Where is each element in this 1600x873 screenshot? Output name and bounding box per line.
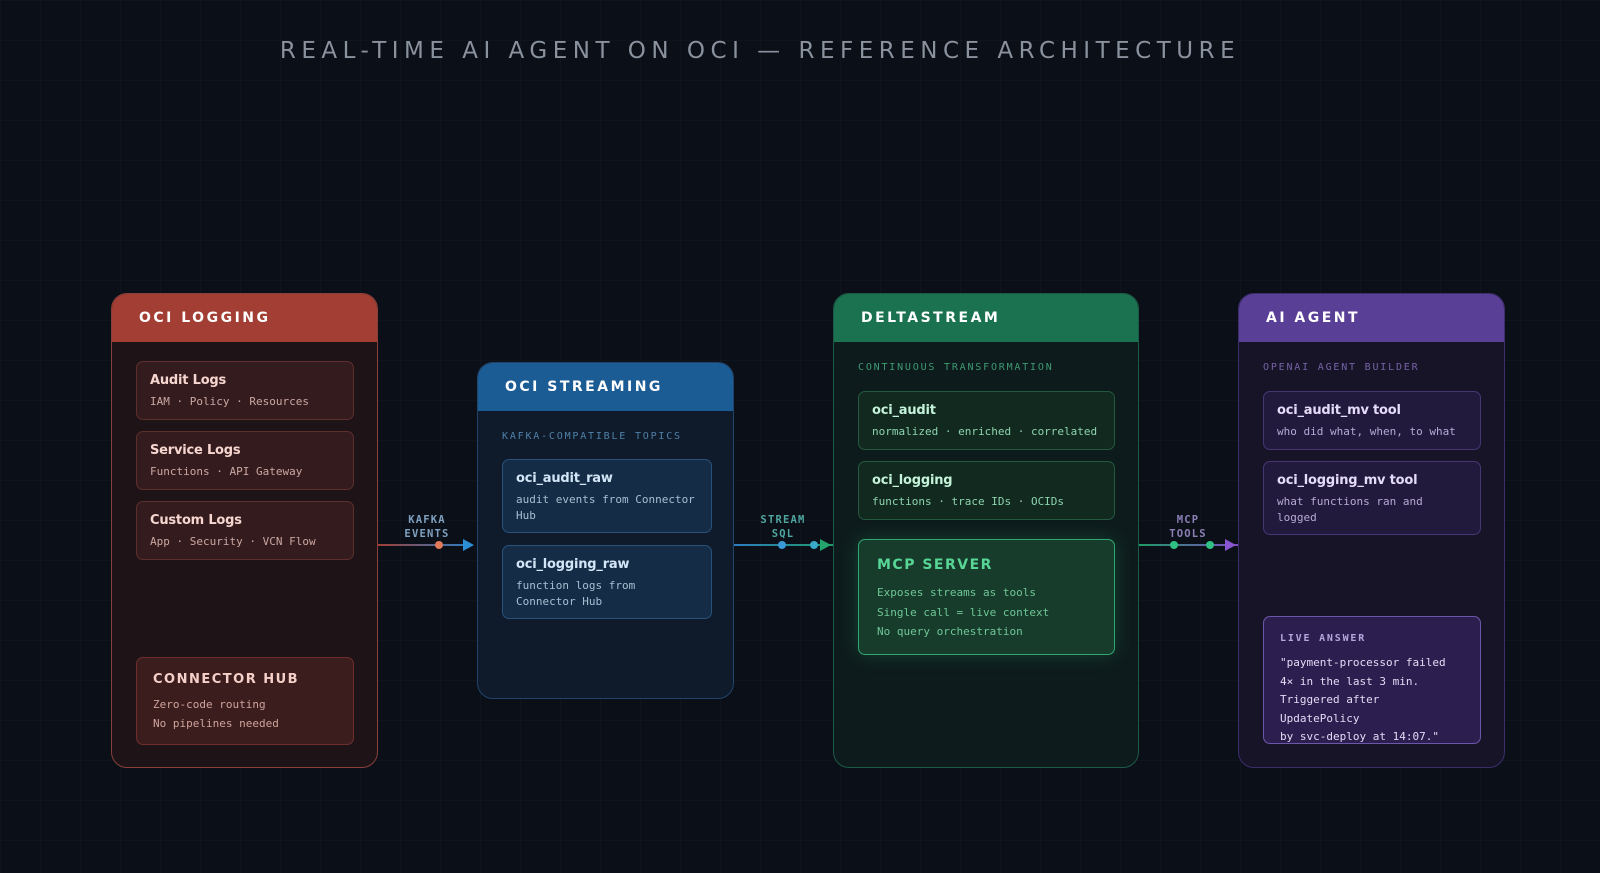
card-title: CONNECTOR HUB bbox=[153, 672, 300, 687]
diagram-title: REAL-TIME AI AGENT ON OCI — REFERENCE AR… bbox=[279, 38, 1241, 64]
oci-audit-mv-tool-card: oci_audit_mv tool who did what, when, to… bbox=[1263, 391, 1481, 450]
live-answer-card: LIVE ANSWER "payment-processor failed 4×… bbox=[1263, 616, 1481, 744]
live-answer-line: "payment-processor failed bbox=[1280, 656, 1446, 669]
card-title: oci_logging bbox=[872, 473, 953, 488]
connector-label-line: KAFKA bbox=[408, 514, 446, 526]
connector-label-line: SQL bbox=[771, 528, 795, 540]
connector-dot bbox=[1170, 541, 1178, 549]
card-title: Service Logs bbox=[150, 443, 241, 458]
card-subtitle: what functions ran and logged bbox=[1277, 495, 1423, 524]
oci-logging-raw-card: oci_logging_raw function logs from Conne… bbox=[502, 545, 712, 619]
card-subtitle: IAM · Policy · Resources bbox=[150, 395, 309, 408]
connector-hub-card: CONNECTOR HUB Zero-code routing No pipel… bbox=[136, 657, 354, 745]
connector-dot bbox=[810, 541, 818, 549]
deltastream-header: DELTASTREAM bbox=[834, 294, 1138, 342]
card-subtitle: functions · trace IDs · OCIDs bbox=[872, 495, 1065, 508]
card-title: oci_audit_raw bbox=[516, 471, 613, 486]
connector-dot bbox=[778, 541, 786, 549]
card-subtitle: function logs from Connector Hub bbox=[516, 579, 636, 608]
section-label: KAFKA-COMPATIBLE TOPICS bbox=[502, 431, 682, 442]
oci-streaming-header: OCI STREAMING bbox=[478, 363, 733, 411]
connector-label-line: TOOLS bbox=[1169, 528, 1207, 540]
card-subtitle: App · Security · VCN Flow bbox=[150, 535, 316, 548]
oci-logging-mv-tool-card: oci_logging_mv tool what functions ran a… bbox=[1263, 461, 1481, 535]
oci-streaming-panel: OCI STREAMING KAFKA-COMPATIBLE TOPICS oc… bbox=[477, 362, 734, 699]
ai-agent-panel: AI AGENT OPENAI AGENT BUILDER oci_audit_… bbox=[1238, 293, 1505, 768]
audit-logs-card: Audit Logs IAM · Policy · Resources bbox=[136, 361, 354, 420]
oci-logging-card: oci_logging functions · trace IDs · OCID… bbox=[858, 461, 1115, 520]
section-label: CONTINUOUS TRANSFORMATION bbox=[858, 362, 1054, 373]
mcp-tools-connector bbox=[1139, 544, 1238, 546]
live-answer-line: by svc-deploy at 14:07." bbox=[1280, 730, 1439, 743]
arrow-right-icon bbox=[820, 539, 831, 551]
card-line: No query orchestration bbox=[877, 625, 1023, 638]
oci-logging-panel: OCI LOGGING Audit Logs IAM · Policy · Re… bbox=[111, 293, 378, 768]
live-answer-label: LIVE ANSWER bbox=[1280, 633, 1367, 644]
connector-label-line: MCP bbox=[1176, 514, 1200, 526]
card-title: oci_logging_mv tool bbox=[1277, 473, 1418, 488]
oci-audit-raw-card: oci_audit_raw audit events from Connecto… bbox=[502, 459, 712, 533]
card-title: oci_logging_raw bbox=[516, 557, 630, 572]
card-line: Zero-code routing bbox=[153, 698, 266, 711]
deltastream-panel: DELTASTREAM CONTINUOUS TRANSFORMATION oc… bbox=[833, 293, 1139, 768]
card-line: No pipelines needed bbox=[153, 717, 279, 730]
connector-dot bbox=[1206, 541, 1214, 549]
card-subtitle: audit events from Connector Hub bbox=[516, 493, 695, 522]
card-line: Exposes streams as tools bbox=[877, 586, 1036, 599]
card-title: MCP SERVER bbox=[877, 557, 993, 573]
card-title: oci_audit_mv tool bbox=[1277, 403, 1401, 418]
custom-logs-card: Custom Logs App · Security · VCN Flow bbox=[136, 501, 354, 560]
ai-agent-header: AI AGENT bbox=[1239, 294, 1504, 342]
connector-label-line: STREAM bbox=[760, 514, 806, 526]
kafka-events-connector bbox=[378, 544, 468, 546]
card-line: Single call = live context bbox=[877, 605, 1050, 619]
card-subtitle: normalized · enriched · correlated bbox=[872, 425, 1098, 438]
card-title: Custom Logs bbox=[150, 513, 242, 528]
stream-sql-label: STREAM SQL bbox=[748, 513, 818, 541]
service-logs-card: Service Logs Functions · API Gateway bbox=[136, 431, 354, 490]
connector-label-line: EVENTS bbox=[404, 528, 450, 540]
card-title: Audit Logs bbox=[150, 373, 227, 388]
arrow-right-icon bbox=[463, 539, 474, 551]
mcp-server-card: MCP SERVER Exposes streams as tools Sing… bbox=[858, 539, 1115, 655]
card-subtitle: Functions · API Gateway bbox=[150, 465, 303, 478]
oci-logging-header: OCI LOGGING bbox=[112, 294, 377, 342]
oci-audit-card: oci_audit normalized · enriched · correl… bbox=[858, 391, 1115, 450]
mcp-tools-label: MCP TOOLS bbox=[1152, 513, 1224, 541]
card-title: oci_audit bbox=[872, 403, 936, 418]
live-answer-line: 4× in the last 3 min. bbox=[1280, 674, 1420, 688]
connector-dot bbox=[435, 541, 443, 549]
card-subtitle: who did what, when, to what bbox=[1277, 425, 1456, 438]
live-answer-line: Triggered after UpdatePolicy bbox=[1280, 693, 1380, 725]
kafka-events-label: KAFKA EVENTS bbox=[391, 513, 463, 541]
arrow-right-icon bbox=[1225, 539, 1236, 551]
section-label: OPENAI AGENT BUILDER bbox=[1263, 362, 1420, 373]
